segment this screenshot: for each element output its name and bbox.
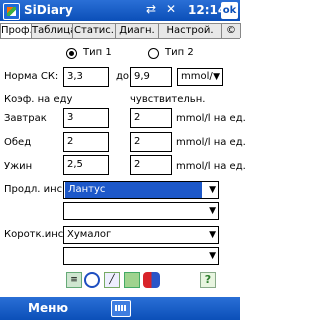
app-title: SiDiary <box>24 3 73 17</box>
chevron-down-icon: ▼ <box>213 72 220 82</box>
ok-button[interactable]: ok <box>221 2 238 19</box>
norma-label: Норма СК: <box>4 71 59 82</box>
title-bar: SiDiary ⇄ ✕ 12:14 ok <box>0 0 240 21</box>
tab-table[interactable]: Таблица <box>31 23 73 38</box>
short-insulin-label: Коротк.инс. <box>4 229 67 240</box>
breakfast-coef-input[interactable]: 3 <box>63 108 109 128</box>
unit-value: mmol/ <box>181 71 213 82</box>
long-insulin-label: Продл. инс. <box>4 184 66 195</box>
chart-icon[interactable] <box>124 272 140 288</box>
dinner-unit: mmol/l на ед. <box>176 161 246 172</box>
type2-radio[interactable] <box>148 48 159 59</box>
tab-settings[interactable]: Настрой. <box>158 23 222 38</box>
coef-header: Коэф. на еду <box>4 94 73 105</box>
sens-header: чувствительн. <box>130 94 206 105</box>
type2-label: Тип 2 <box>165 47 194 58</box>
tab-statistics[interactable]: Статис. <box>72 23 116 38</box>
tab-profile[interactable]: Проф. <box>0 23 32 38</box>
breakfast-unit: mmol/l на ед. <box>176 113 246 124</box>
clock-icon[interactable] <box>84 272 100 288</box>
tool-row: ≡ ╱ ? <box>0 270 240 292</box>
meal-label-breakfast: Завтрак <box>4 113 47 124</box>
chevron-down-icon: ▼ <box>209 230 216 240</box>
long-insulin-value: Лантус <box>65 182 202 198</box>
meal-label-lunch: Обед <box>4 137 32 148</box>
breakfast-sens-input[interactable]: 2 <box>130 108 172 128</box>
norma-to-input[interactable]: 9,9 <box>130 67 172 87</box>
syringe-icon[interactable]: ╱ <box>104 272 120 288</box>
help-icon[interactable]: ? <box>200 272 216 288</box>
short-insulin-value: Хумалог <box>67 229 112 240</box>
long-insulin-select-2[interactable]: ▼ <box>63 202 219 220</box>
keyboard-icon[interactable] <box>111 300 131 317</box>
chevron-down-icon: ▼ <box>209 251 216 261</box>
menu-button[interactable]: Меню <box>28 301 68 315</box>
meal-label-dinner: Ужин <box>4 161 33 172</box>
norma-to-label: до <box>116 71 130 82</box>
sync-icon[interactable]: ⇄ <box>146 2 156 16</box>
volume-mute-icon[interactable]: ✕ <box>166 2 176 16</box>
tab-diagnosis[interactable]: Диагн. <box>115 23 159 38</box>
tab-divider <box>0 38 240 39</box>
lunch-sens-input[interactable]: 2 <box>130 132 172 152</box>
type1-label: Тип 1 <box>83 47 112 58</box>
document-icon[interactable]: ≡ <box>66 272 82 288</box>
chevron-down-icon: ▼ <box>209 206 216 216</box>
type1-radio[interactable] <box>66 48 77 59</box>
tab-bar: Проф. Таблица Статис. Диагн. Настрой. © <box>0 23 241 38</box>
short-insulin-select[interactable]: Хумалог ▼ <box>63 226 219 244</box>
norma-from-input[interactable]: 3,3 <box>63 67 109 87</box>
lunch-coef-input[interactable]: 2 <box>63 132 109 152</box>
dinner-coef-input[interactable]: 2,5 <box>63 155 109 175</box>
windows-start-icon[interactable] <box>3 3 20 20</box>
tab-copyright[interactable]: © <box>221 23 241 38</box>
long-insulin-select[interactable]: Лантус ▼ <box>63 181 219 199</box>
short-insulin-select-2[interactable]: ▼ <box>63 247 219 265</box>
unit-select[interactable]: mmol/ ▼ <box>177 68 223 86</box>
menu-bar: Меню <box>0 297 240 320</box>
lunch-unit: mmol/l на ед. <box>176 137 246 148</box>
pills-icon[interactable] <box>143 272 160 288</box>
dinner-sens-input[interactable]: 2 <box>130 155 172 175</box>
chevron-down-icon: ▼ <box>209 185 216 195</box>
